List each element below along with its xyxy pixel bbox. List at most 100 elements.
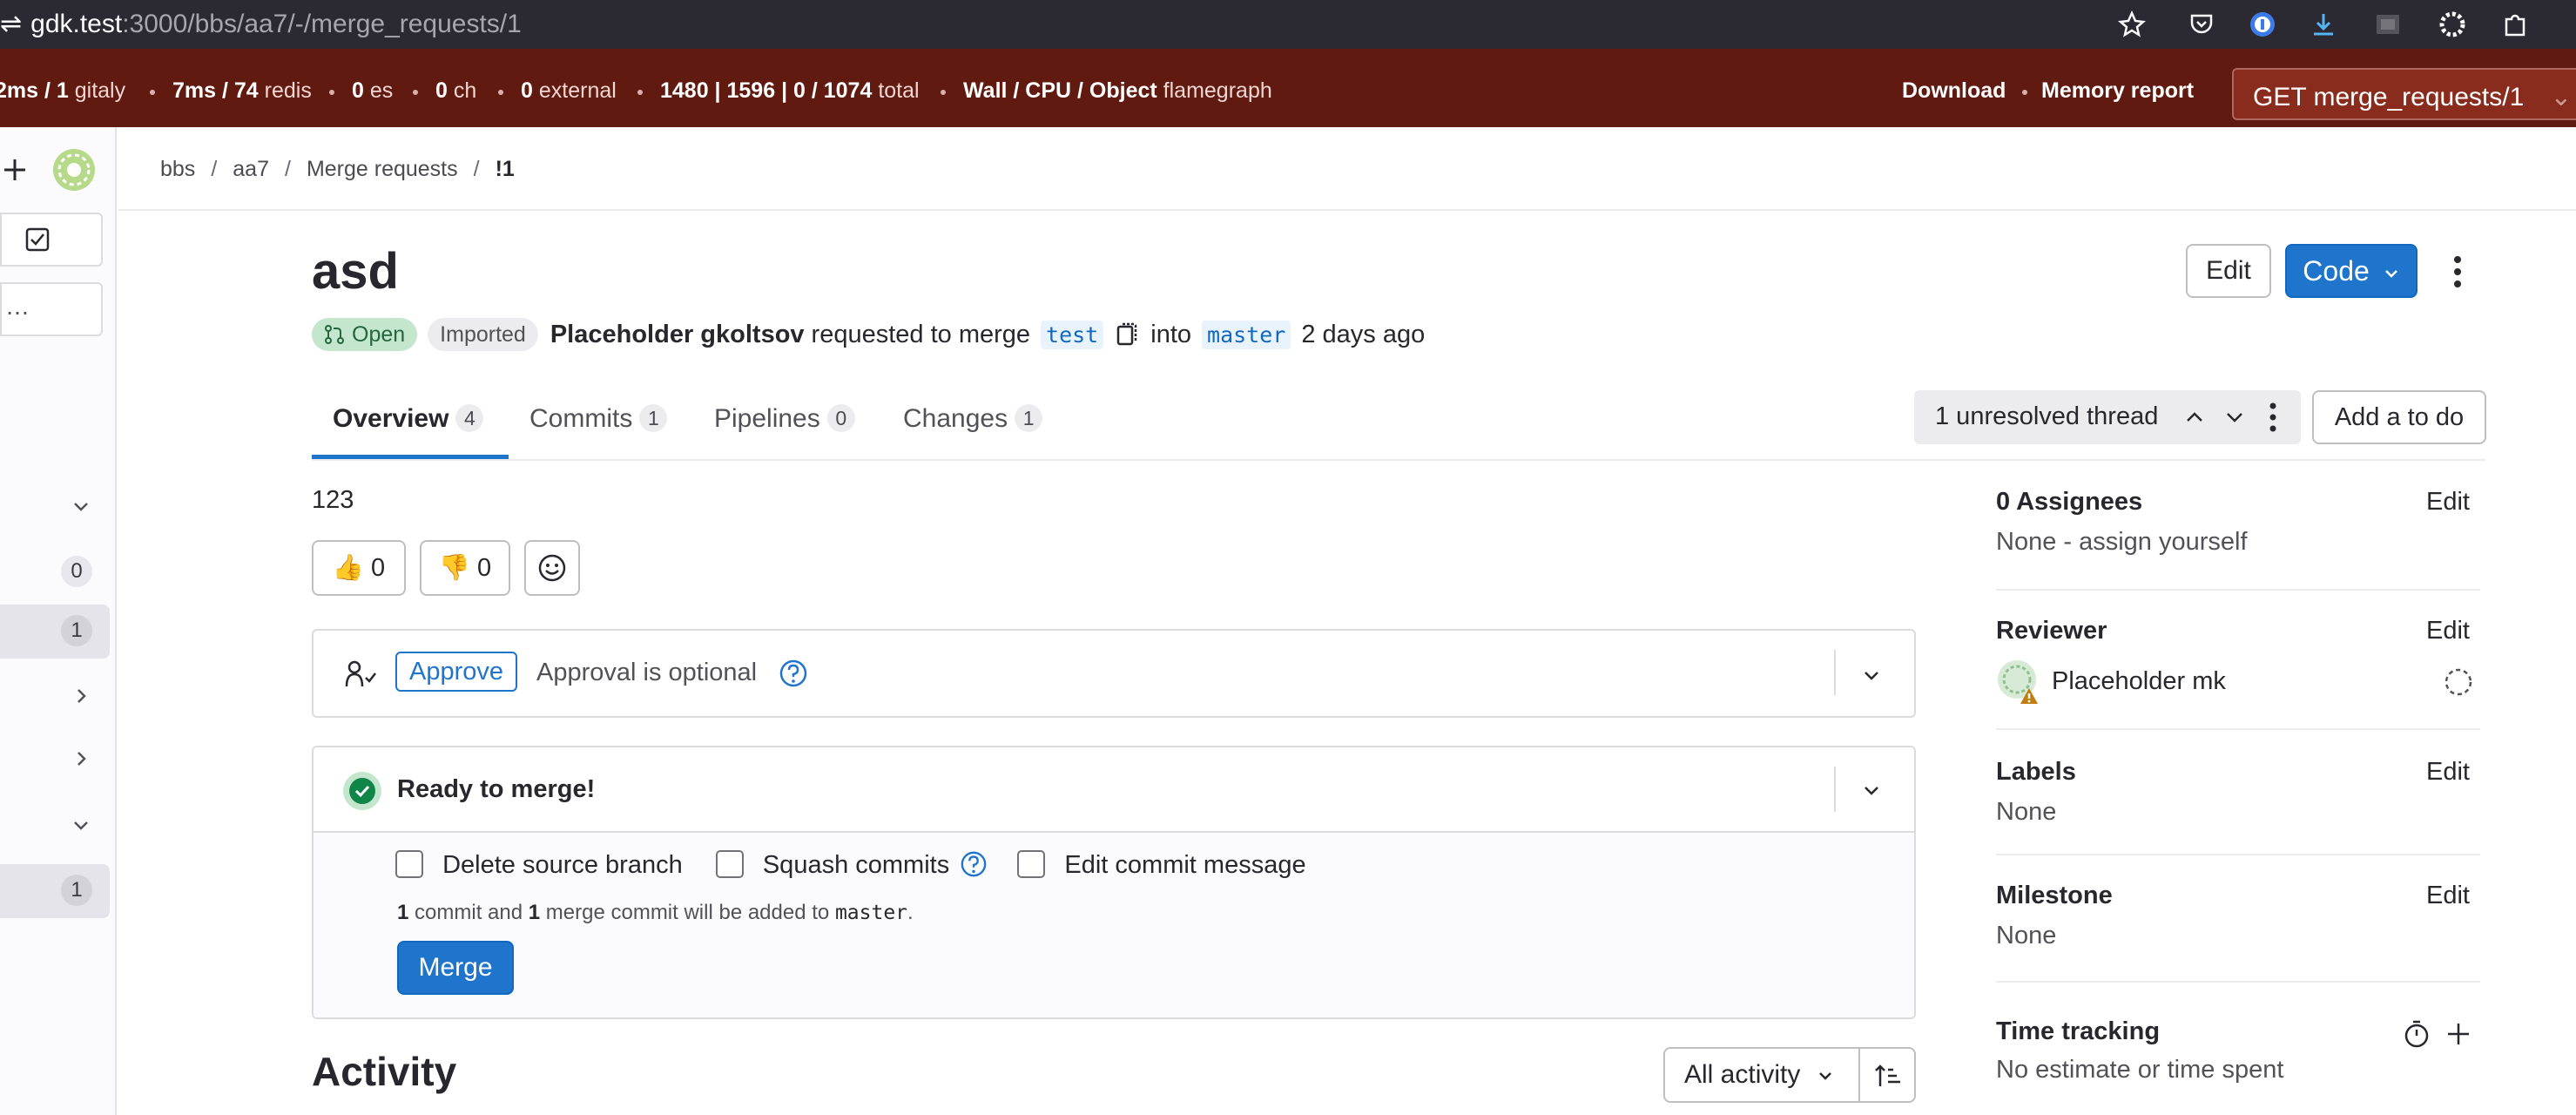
browser-toolbar: ⇌ gdk.test:3000/bbs/aa7/-/merge_requests/… [0, 0, 2576, 49]
delete-source-branch-label[interactable]: Delete source branch [442, 851, 683, 879]
edit-commit-message-checkbox[interactable] [1017, 850, 1046, 878]
add-todo-button[interactable]: Add a to do [2312, 390, 2486, 444]
reviewer-name[interactable]: Placeholder mk [2052, 667, 2226, 696]
approve-button[interactable]: Approve [395, 652, 518, 692]
labels-edit-button[interactable]: Edit [2426, 758, 2470, 787]
sidebar-divider [1996, 589, 2480, 591]
merge-button[interactable]: Merge [397, 941, 514, 995]
chevron-down-icon[interactable] [71, 497, 91, 516]
chevron-up-icon[interactable] [2184, 407, 2205, 428]
reviewer-title: Reviewer [1996, 617, 2107, 645]
perf-separator [150, 90, 155, 95]
author-link[interactable]: Placeholder gkoltsov [550, 321, 805, 349]
perf-redis[interactable]: 7ms / 74 redis [172, 78, 312, 104]
squash-commits-checkbox[interactable] [715, 850, 744, 878]
tab-overview[interactable]: Overview 4 [333, 390, 484, 460]
puzzle-icon[interactable] [2501, 10, 2529, 38]
settings-icon[interactable] [2438, 10, 2466, 38]
assignees-section: 0 Assignees Edit None - assign yourself [1996, 488, 2480, 556]
perf-memory-report-link[interactable]: Memory report [2041, 78, 2194, 104]
mr-meta: Open Imported Placeholder gkoltsov reque… [312, 315, 1425, 354]
copy-icon[interactable] [1116, 321, 1138, 348]
help-icon[interactable] [960, 850, 988, 878]
sort-direction-button[interactable] [1858, 1047, 1916, 1103]
perf-total[interactable]: 1480 | 1596 | 0 / 1074 total [660, 78, 920, 104]
time-ago: 2 days ago [1301, 320, 1426, 348]
download-icon[interactable] [2310, 10, 2337, 38]
thumbs-up-count: 0 [371, 554, 386, 582]
thumbs-down-button[interactable]: 👎 0 [420, 540, 510, 596]
chevron-down-icon: ⌄ [2550, 83, 2573, 112]
nav-item-selected[interactable] [0, 605, 110, 659]
site-info-icon[interactable]: ⇌ [0, 10, 22, 38]
nav-item-selected[interactable] [0, 864, 110, 918]
search-button[interactable]: … [0, 282, 103, 336]
address-bar[interactable]: ⇌ gdk.test:3000/bbs/aa7/-/merge_requests/… [0, 9, 522, 39]
stopwatch-icon[interactable] [2402, 1019, 2431, 1049]
activity-filter-label: All activity [1684, 1060, 1801, 1089]
chevron-down-icon [1818, 1072, 1831, 1080]
password-manager-icon[interactable] [2249, 10, 2276, 38]
add-reaction-button[interactable] [524, 540, 580, 596]
tab-pipelines[interactable]: Pipelines 0 [714, 390, 855, 460]
top-bar: bbs / aa7/Merge requests / !1 [118, 127, 2576, 211]
chevron-down-icon[interactable] [71, 815, 91, 835]
perf-ch[interactable]: 0 ch [435, 78, 476, 104]
source-branch[interactable]: test [1041, 320, 1104, 349]
activity-heading: Activity [312, 1049, 457, 1094]
help-icon[interactable] [779, 659, 808, 688]
star-icon[interactable] [2118, 10, 2146, 38]
chevron-right-icon[interactable] [71, 749, 91, 768]
tab-changes[interactable]: Changes 1 [903, 390, 1043, 460]
request-selector[interactable]: GET merge_requests/1 ⌄ [2232, 68, 2576, 120]
kebab-menu-icon[interactable] [2266, 402, 2280, 433]
todo-button[interactable] [0, 213, 103, 267]
requested-text: requested to merge [811, 320, 1031, 348]
chevron-down-icon[interactable] [2224, 407, 2245, 428]
breadcrumb-current[interactable]: !1 [496, 157, 515, 182]
smiley-icon [538, 554, 566, 582]
chevron-right-icon[interactable] [71, 686, 91, 706]
labels-section: Labels Edit None [1996, 758, 2480, 828]
breadcrumb-item[interactable]: bbs [160, 157, 195, 182]
perf-download-link[interactable]: Download [1902, 78, 2006, 104]
target-branch[interactable]: master [1202, 320, 1291, 349]
edit-button[interactable]: Edit [2186, 244, 2271, 298]
breadcrumb-item[interactable]: Merge requests [307, 157, 458, 182]
perf-separator [2022, 90, 2027, 95]
code-dropdown-button[interactable]: Code [2285, 244, 2418, 298]
perf-flamegraph[interactable]: Wall / CPU / Object flamegraph [963, 78, 1272, 104]
reviewer-avatar[interactable] [1996, 657, 2045, 707]
perf-es[interactable]: 0 es [352, 78, 393, 104]
delete-source-branch-checkbox[interactable] [395, 850, 423, 878]
labels-title: Labels [1996, 758, 2076, 786]
plus-icon[interactable] [2, 157, 28, 183]
perf-gitaly[interactable]: 2ms / 1 gitaly [0, 78, 125, 104]
activity-filter-dropdown[interactable]: All activity [1663, 1047, 1860, 1103]
assign-yourself-link[interactable]: None - assign yourself [1996, 528, 2248, 557]
extension-icon[interactable] [2374, 10, 2402, 38]
pocket-icon[interactable] [2188, 10, 2215, 38]
page-title: asd [312, 243, 399, 300]
thumbs-up-button[interactable]: 👍 0 [312, 540, 406, 596]
perf-external[interactable]: 0 external [521, 78, 617, 104]
avatar[interactable] [52, 148, 96, 192]
nav-count-badge: 1 [61, 615, 92, 646]
tab-commits[interactable]: Commits 1 [529, 390, 668, 460]
sidebar-divider [1996, 981, 2480, 983]
chevron-down-icon[interactable] [1862, 780, 1881, 800]
chevron-down-icon[interactable] [1862, 666, 1881, 685]
time-tracking-section: Time tracking No estimate or time spent [1996, 1017, 2480, 1087]
kebab-menu-icon[interactable] [2445, 254, 2470, 289]
assignees-edit-button[interactable]: Edit [2426, 488, 2470, 517]
performance-bar: 2ms / 1 gitaly 7ms / 74 redis 0 es 0 ch … [0, 49, 2576, 127]
squash-commits-label[interactable]: Squash commits [763, 851, 949, 879]
edit-commit-message-label[interactable]: Edit commit message [1064, 851, 1305, 879]
breadcrumb-item[interactable]: aa7 [233, 157, 269, 182]
labels-value: None [1996, 798, 2057, 826]
reviewer-edit-button[interactable]: Edit [2426, 617, 2470, 645]
unresolved-threads-label[interactable]: 1 unresolved thread [1935, 402, 2158, 431]
plus-icon[interactable] [2445, 1021, 2471, 1047]
milestone-edit-button[interactable]: Edit [2426, 882, 2470, 910]
active-tab-indicator [312, 455, 509, 459]
